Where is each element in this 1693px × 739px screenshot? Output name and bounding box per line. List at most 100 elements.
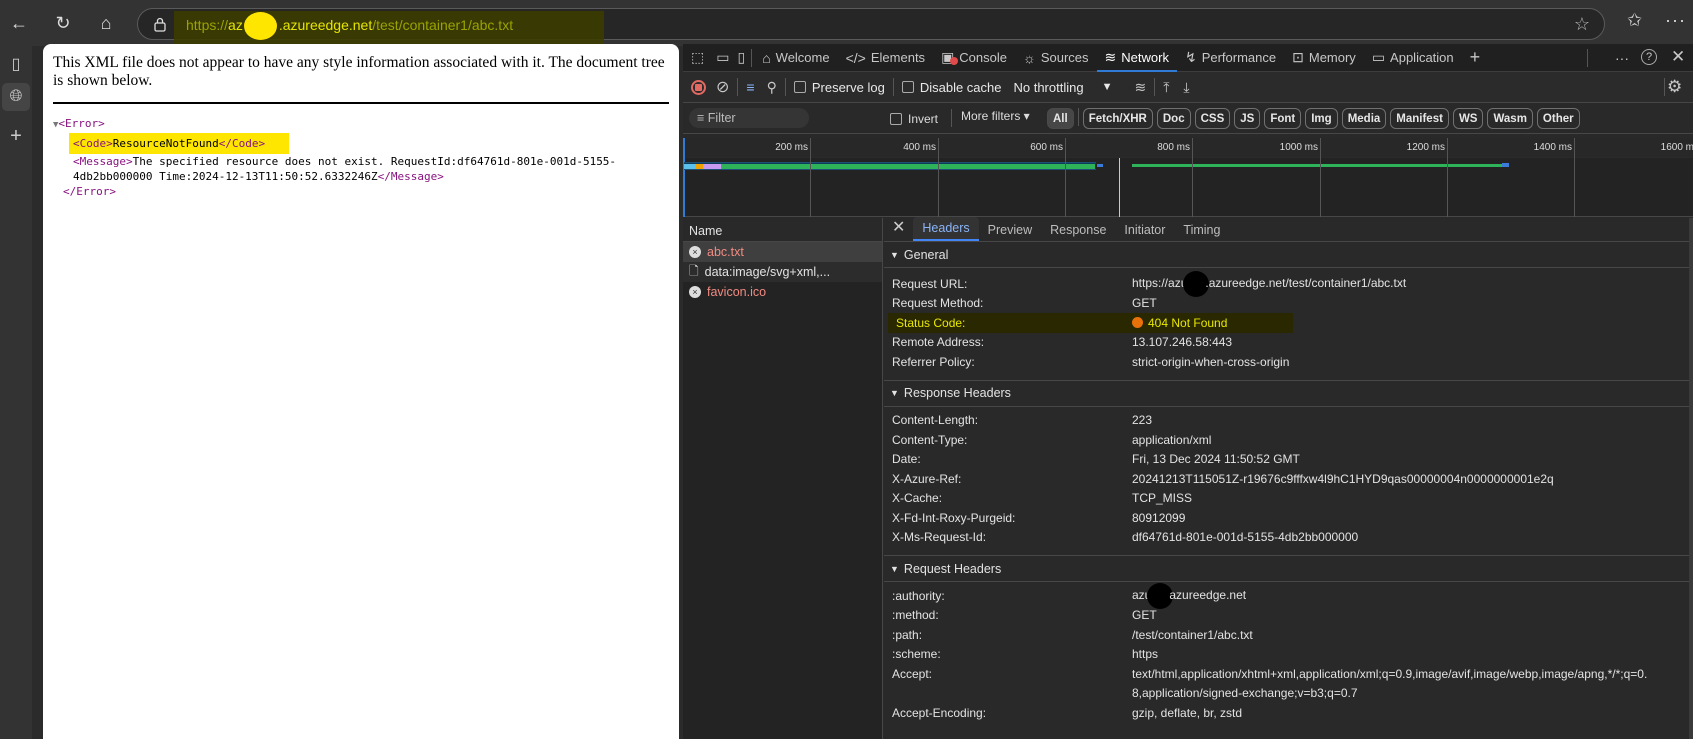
- tab-elements[interactable]: </> Elements: [838, 44, 933, 72]
- timeline-gridline: [1447, 138, 1448, 217]
- help-icon[interactable]: ?: [1641, 49, 1657, 65]
- tab-actions-icon[interactable]: ▯: [4, 52, 28, 76]
- filter-input[interactable]: ≡ Filter: [689, 108, 809, 128]
- export-har-icon[interactable]: ⤓: [1183, 79, 1189, 96]
- request-row[interactable]: 🗋︎ data:image/svg+xml,...: [683, 262, 882, 282]
- throttling-select[interactable]: No throttling: [1013, 80, 1083, 95]
- filter-chip-media[interactable]: Media: [1341, 108, 1387, 129]
- record-stop-icon[interactable]: [691, 79, 706, 95]
- tab-initiator[interactable]: Initiator: [1115, 223, 1174, 241]
- more-filters-dropdown[interactable]: More filters ▾: [961, 109, 1030, 123]
- device-toolbar-icon[interactable]: ▭: [712, 44, 733, 72]
- filter-icon: ≡: [697, 111, 708, 125]
- request-bar-abc: [684, 162, 1096, 170]
- filter-chip-ws[interactable]: WS: [1452, 108, 1484, 129]
- inspect-icon[interactable]: ⬚: [683, 44, 712, 72]
- url-text[interactable]: https://az .azureedge.net/test/container1…: [186, 17, 513, 33]
- import-har-icon[interactable]: ⤒: [1163, 79, 1169, 96]
- timeline-gridline: [1192, 138, 1193, 217]
- filter-chip-doc[interactable]: Doc: [1156, 108, 1191, 129]
- error-circle-icon: ×: [689, 286, 701, 298]
- detail-scrollbar[interactable]: [1689, 218, 1693, 739]
- tab-welcome[interactable]: ⌂ Welcome: [754, 44, 837, 72]
- more-icon[interactable]: ···: [1615, 50, 1629, 66]
- request-bar-end: [1097, 164, 1103, 167]
- dock-icon[interactable]: ▯: [733, 44, 749, 72]
- favorite-star-icon[interactable]: ☆: [1574, 14, 1590, 35]
- chip-icon: ⊡: [1292, 49, 1304, 65]
- filter-chip-other[interactable]: Other: [1536, 108, 1580, 129]
- dom-content-loaded-marker: [1119, 158, 1120, 217]
- filter-toggle-icon[interactable]: ≡: [746, 79, 754, 95]
- header-row: X-Fd-Int-Roxy-Purgeid: 80912099: [892, 510, 1186, 525]
- filter-chip-all[interactable]: All: [1047, 108, 1074, 129]
- timeline-tick-label: 600 ms: [1030, 142, 1063, 153]
- lock-icon[interactable]: [152, 16, 168, 32]
- address-bar[interactable]: https://az .azureedge.net/test/container1…: [137, 8, 1605, 51]
- tab-application[interactable]: ▭ Application: [1364, 44, 1462, 72]
- tab-console[interactable]: ▣ Console: [933, 44, 1015, 72]
- preserve-log-checkbox[interactable]: [793, 81, 806, 93]
- new-tab-icon[interactable]: +: [4, 124, 28, 148]
- xml-error-open: <Error>: [58, 117, 105, 130]
- gauge-icon: ↯: [1184, 49, 1197, 65]
- tab-headers[interactable]: Headers: [913, 217, 979, 241]
- filter-bar: ≡ Filter Invert More filters ▾ All Fetch/…: [683, 103, 1693, 134]
- network-conditions-icon[interactable]: ≋: [1134, 79, 1146, 96]
- add-tab-icon[interactable]: +: [1462, 44, 1489, 72]
- timeline-gridline: [1574, 138, 1575, 217]
- header-row: Request Method: GET: [892, 296, 1157, 311]
- header-row: :method: GET: [892, 608, 1157, 623]
- filter-chip-fetchxhr[interactable]: Fetch/XHR: [1082, 108, 1153, 129]
- request-headers-section: :authority: azu azureedge.net :method: GET …: [884, 582, 1693, 723]
- error-circle-icon: ×: [689, 246, 701, 258]
- filter-chip-js[interactable]: JS: [1234, 108, 1261, 129]
- back-icon[interactable]: ←: [9, 13, 29, 33]
- disable-cache-checkbox[interactable]: [901, 81, 914, 93]
- name-column-header[interactable]: Name: [683, 218, 882, 242]
- more-menu-icon[interactable]: ···: [1665, 10, 1686, 31]
- request-headers-section-header[interactable]: ▼ Request Headers: [884, 556, 1693, 582]
- tab-performance[interactable]: ↯ Performance: [1177, 44, 1284, 72]
- divider: [53, 102, 669, 104]
- general-section-header[interactable]: ▼ General: [884, 242, 1693, 268]
- request-detail-panel: ✕ Headers Preview Response Initiator Tim…: [884, 217, 1693, 739]
- tab-memory[interactable]: ⊡ Memory: [1284, 44, 1364, 72]
- chevron-down-icon[interactable]: ▼: [1102, 81, 1113, 93]
- tab-response[interactable]: Response: [1041, 223, 1115, 241]
- response-headers-section-header[interactable]: ▼ Response Headers: [884, 381, 1693, 407]
- filter-chip-font[interactable]: Font: [1264, 108, 1302, 129]
- header-row: Content-Type: application/xml: [892, 432, 1212, 447]
- filter-chip-img[interactable]: Img: [1305, 108, 1338, 129]
- home-icon[interactable]: ⌂: [96, 13, 116, 33]
- filter-chip-wasm[interactable]: Wasm: [1487, 108, 1533, 129]
- settings-gear-icon[interactable]: ⚙: [1667, 77, 1682, 97]
- search-icon[interactable]: ⚲: [767, 79, 777, 96]
- status-badge: 404 Not Found: [1132, 316, 1227, 330]
- filter-chip-manifest[interactable]: Manifest: [1390, 108, 1449, 129]
- timeline-start-marker: [683, 138, 685, 217]
- request-row[interactable]: × abc.txt: [683, 242, 882, 262]
- invert-toggle[interactable]: Invert: [890, 112, 938, 126]
- code-icon: </>: [845, 49, 866, 66]
- globe-icon[interactable]: 🌐︎: [2, 83, 30, 111]
- close-detail-icon[interactable]: ✕: [884, 217, 913, 241]
- xml-code-line: <Code>ResourceNotFound</Code>: [69, 133, 290, 154]
- refresh-icon[interactable]: ↻: [53, 13, 73, 33]
- resource-type-chips: All Fetch/XHR Doc CSS JS Font Img Media Manifest…: [1047, 108, 1584, 129]
- tab-network[interactable]: ≋ Network: [1096, 44, 1178, 72]
- filter-chip-css[interactable]: CSS: [1194, 108, 1231, 129]
- tab-timing[interactable]: Timing: [1174, 223, 1229, 241]
- timeline-tick-label: 400 ms: [903, 142, 936, 153]
- tab-sources[interactable]: ☼ Sources: [1015, 44, 1097, 72]
- header-row: Content-Length: 223: [892, 413, 1153, 428]
- header-row: :scheme: https: [892, 647, 1159, 662]
- favorites-icon[interactable]: ✩: [1627, 10, 1642, 31]
- header-row: Remote Address: 13.107.246.58:443: [892, 335, 1233, 350]
- close-devtools-icon[interactable]: ✕: [1671, 47, 1685, 67]
- request-row[interactable]: × favicon.ico: [683, 282, 882, 302]
- timeline-tick-label: 1000 ms: [1279, 142, 1318, 153]
- vertical-tabs-bar: ▯ 🌐︎ +: [0, 46, 32, 739]
- tab-preview[interactable]: Preview: [979, 223, 1041, 241]
- clear-icon[interactable]: ⊘: [716, 77, 729, 97]
